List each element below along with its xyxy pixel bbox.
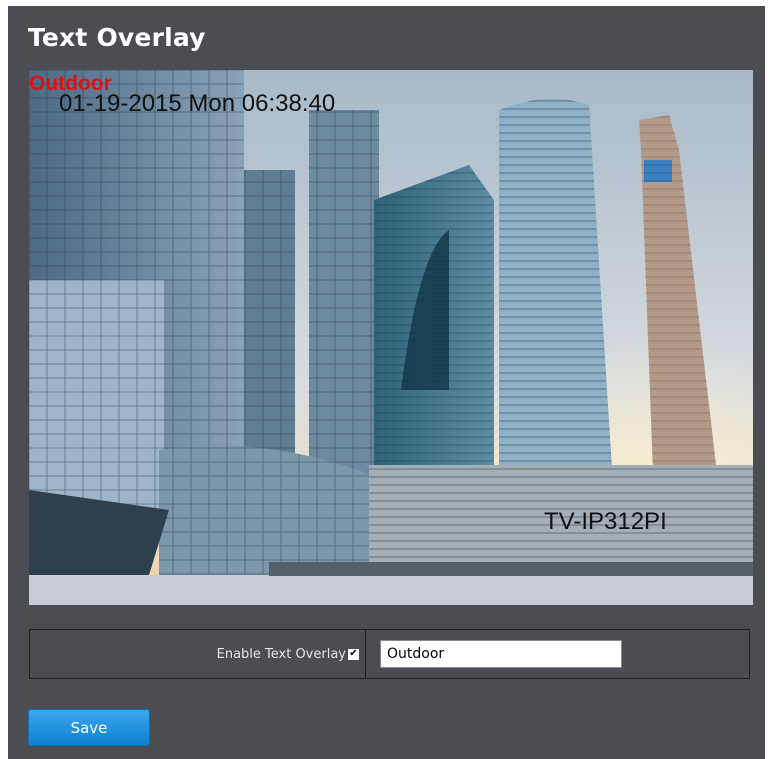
overlay-datetime-text: 01-19-2015 Mon 06:38:40 [59, 90, 336, 117]
overlay-model-text: TV-IP312PI [544, 508, 667, 535]
save-button[interactable]: Save [28, 709, 150, 746]
enable-overlay-label: Enable Text Overlay [216, 646, 346, 662]
text-overlay-settings-row: Enable Text Overlay ✔ [29, 629, 750, 679]
enable-overlay-label-cell: Enable Text Overlay ✔ [30, 630, 366, 678]
text-overlay-panel: Text Overlay Outdoor 01-19-2015 Mon 06:3… [8, 6, 765, 759]
camera-preview: Outdoor 01-19-2015 Mon 06:38:40 TV-IP312… [29, 70, 753, 605]
overlay-text-input[interactable] [380, 640, 622, 668]
page-title: Text Overlay [28, 23, 206, 52]
overlay-text-cell [366, 630, 749, 678]
enable-overlay-checkbox[interactable]: ✔ [348, 648, 359, 660]
